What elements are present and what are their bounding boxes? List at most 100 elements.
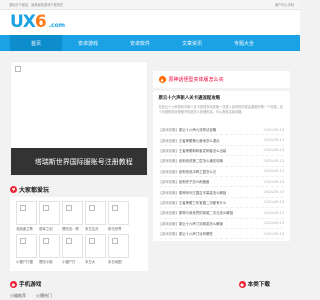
game-card[interactable]: 小僵尸打僵 <box>16 234 37 264</box>
hot-banner-text[interactable]: 原神话怪型实体版怎么买 <box>169 76 224 83</box>
list-item[interactable]: 【游戏攻略】纸狗完子怎么刷速度 2024-09-13 <box>158 177 284 188</box>
news-tag: 【游戏攻略】 <box>158 180 179 185</box>
news-date: 2024-09-13 <box>264 127 284 132</box>
game-card[interactable]: 末日生存 <box>85 201 106 231</box>
news-title[interactable]: 纸狗传说冲锋之翼怎么去 <box>179 170 216 174</box>
news-date: 2024-09-13 <box>264 148 284 153</box>
nav-articles[interactable]: 文章资讯 <box>166 35 218 51</box>
game-thumbnail[interactable] <box>85 201 106 225</box>
game-thumbnail[interactable] <box>16 201 37 225</box>
news-list: 【游戏攻略】原云十六声九流阵法攻略 2024-09-13 【游戏攻略】王者荣耀第九… <box>152 123 290 242</box>
list-item[interactable]: 【游戏攻略】王者荣耀三年宝箱二次都有什么 2024-09-13 <box>158 198 284 209</box>
news-tag: 【游戏攻略】 <box>158 232 179 237</box>
list-item[interactable]: 【游戏攻略】原云十六声门派有哪些 2024-09-13 <box>158 229 284 240</box>
news-title[interactable]: 原云十六声门派精英怎么解锁 <box>179 222 223 226</box>
tab-hot[interactable]: 火爆热门 <box>36 293 52 299</box>
mobile-games-header: ● 手机游戏 <box>10 279 147 289</box>
news-date: 2024-09-13 <box>264 210 284 215</box>
game-thumbnail[interactable] <box>39 234 60 258</box>
mobile-games-tabs: 小编推荐 火爆热门 <box>0 289 300 299</box>
game-name[interactable]: 冒险小镇 <box>39 259 60 264</box>
game-thumbnail[interactable] <box>39 201 60 225</box>
gamepad-icon: ● <box>10 280 17 288</box>
featured-title[interactable]: 原云十六声新人关卡通流程攻略 <box>159 95 285 101</box>
game-name[interactable]: 小僵尸打僵 <box>16 259 37 264</box>
main-content: 塔瑞斯世界国际服账号注册教程 ♥ 大家都爱玩 流浪者之歌 冠军之剑 冒险岛：联 … <box>0 51 300 271</box>
game-name[interactable]: 冒险岛：联 <box>62 226 83 231</box>
list-item[interactable]: 【游戏攻略】原云十六声门派精英怎么解锁 2024-09-13 <box>158 219 284 229</box>
news-title[interactable]: 原云十六声门派有哪些 <box>179 232 213 236</box>
slider-caption[interactable]: 塔瑞斯世界国际服账号注册教程 <box>11 148 147 175</box>
nav-topics[interactable]: 专题大全 <box>218 35 270 51</box>
news-title[interactable]: 原云十六声九流阵法攻略 <box>179 128 216 132</box>
game-card[interactable]: 流浪者之歌 <box>16 201 37 231</box>
game-name[interactable]: 末日大 <box>85 259 106 264</box>
game-card[interactable]: 冒险小镇 <box>39 234 60 264</box>
left-column: 塔瑞斯世界国际服账号注册教程 ♥ 大家都爱玩 流浪者之歌 冠军之剑 冒险岛：联 … <box>10 61 148 271</box>
slider-caption-text: 塔瑞斯世界国际服账号注册教程 <box>34 157 133 166</box>
news-date: 2024-09-13 <box>264 200 284 205</box>
news-title[interactable]: 纸狗完子怎么刷速度 <box>179 180 210 184</box>
game-name[interactable]: 流浪者之歌 <box>16 226 37 231</box>
game-thumbnail[interactable] <box>62 234 83 258</box>
category-downloads-header: ● 本类下载 <box>152 279 290 289</box>
news-tag: 【游戏攻略】 <box>158 159 179 164</box>
list-item[interactable]: 【游戏攻略】原神系列王国吉天幂金怎么解锁 2024-09-13 <box>158 187 284 198</box>
news-date: 2024-09-13 <box>264 169 284 174</box>
news-tag: 【游戏攻略】 <box>158 169 179 174</box>
list-item[interactable]: 【游戏攻略】原神与我世界的英雄二次元怎么解锁 2024-09-13 <box>158 208 284 219</box>
nav-home[interactable]: 首页 <box>10 35 62 51</box>
right-column: ▲ 原神话怪型实体版怎么买 原云十六声新人关卡通流程攻略 在燕云十六声游戏中新人… <box>152 61 290 271</box>
list-item[interactable]: 【游戏攻略】王者荣耀和刺客发刺客怎么出装 2024-09-13 <box>158 146 284 157</box>
news-title[interactable]: 原神与我世界的英雄二次元怎么解锁 <box>179 211 233 215</box>
top-bar-welcome: 游玩乐下载站，最新最热游戏下载尽在 <box>9 3 64 7</box>
game-name[interactable]: 小僵尸打 <box>62 259 83 264</box>
top-bar: 游玩乐下载站，最新最热游戏下载尽在 用户中心手机 <box>0 0 300 10</box>
news-title[interactable]: 王者荣耀和刺客发刺客怎么出装 <box>179 149 226 153</box>
category-downloads-title: 本类下载 <box>247 282 270 288</box>
game-name[interactable]: 末日生存 <box>85 226 106 231</box>
site-header: UX 6 .com <box>0 10 300 35</box>
hot-banner[interactable]: ▲ 原神话怪型实体版怎么买 <box>152 71 290 88</box>
featured-description: 在燕云十六声游戏中新人关卡是很多玩家第一次进入游戏的时候会遇到的第一个问题，这个… <box>158 105 283 114</box>
list-item[interactable]: 【游戏攻略】纸狗传说冲锋之翼怎么去 2024-09-13 <box>158 167 284 177</box>
game-thumbnail[interactable] <box>108 201 129 225</box>
game-card[interactable]: 射击世界 <box>108 201 129 231</box>
news-title[interactable]: 王者荣耀三年宝箱二次都有什么 <box>179 201 226 205</box>
list-item[interactable]: 【游戏攻略】原云十六声九流阵法攻略 2024-09-13 <box>158 125 284 136</box>
news-title[interactable]: 纸狗传说第二层怎么通关攻略 <box>179 159 223 163</box>
game-name[interactable]: 冠军之剑 <box>39 226 60 231</box>
news-tag: 【游戏攻略】 <box>158 138 179 143</box>
nav-android-games[interactable]: 安卓游戏 <box>62 35 114 51</box>
news-tag: 【游戏攻略】 <box>158 190 179 195</box>
game-thumbnail[interactable] <box>108 234 129 258</box>
news-tag: 【游戏攻略】 <box>158 148 179 153</box>
game-name[interactable]: 射击世界 <box>108 226 129 231</box>
game-thumbnail[interactable] <box>16 234 37 258</box>
tab-editor-picks[interactable]: 小编推荐 <box>10 293 26 299</box>
game-card[interactable]: 冠军之剑 <box>39 201 60 231</box>
game-thumbnail[interactable] <box>85 234 106 258</box>
news-title[interactable]: 原神系列王国吉天幂金怎么解锁 <box>179 191 226 195</box>
list-item[interactable]: 【游戏攻略】王者荣耀第九营地怎么退出 2024-09-13 <box>158 135 284 146</box>
list-item[interactable]: 【游戏攻略】纸狗传说第二层怎么通关攻略 2024-09-13 <box>158 156 284 167</box>
game-card[interactable]: 小僵尸打 <box>62 234 83 264</box>
game-card[interactable]: 末日大 <box>85 234 106 264</box>
news-date: 2024-09-13 <box>264 190 284 195</box>
site-logo[interactable]: UX 6 .com <box>10 14 65 31</box>
hero-slider[interactable]: 塔瑞斯世界国际服账号注册教程 <box>10 61 148 176</box>
top-bar-user-links[interactable]: 用户中心手机 <box>275 2 294 7</box>
logo-text: UX <box>10 12 36 32</box>
featured-article[interactable]: 原云十六声新人关卡通流程攻略 在燕云十六声游戏中新人关卡是很多玩家第一次进入游戏… <box>152 91 290 123</box>
news-tag: 【游戏攻略】 <box>158 211 179 216</box>
game-name[interactable]: 末日地图 <box>108 259 129 264</box>
game-card[interactable]: 末日地图 <box>108 234 129 264</box>
news-title[interactable]: 王者荣耀第九营地怎么退出 <box>179 139 220 143</box>
mobile-games-title: 手机游戏 <box>19 282 42 288</box>
news-tag: 【游戏攻略】 <box>158 128 179 133</box>
nav-android-apps[interactable]: 安卓软件 <box>114 35 166 51</box>
game-thumbnail[interactable] <box>62 201 83 225</box>
logo-suffix: .com <box>48 22 65 29</box>
news-date: 2024-09-13 <box>264 138 284 143</box>
game-card[interactable]: 冒险岛：联 <box>62 201 83 231</box>
